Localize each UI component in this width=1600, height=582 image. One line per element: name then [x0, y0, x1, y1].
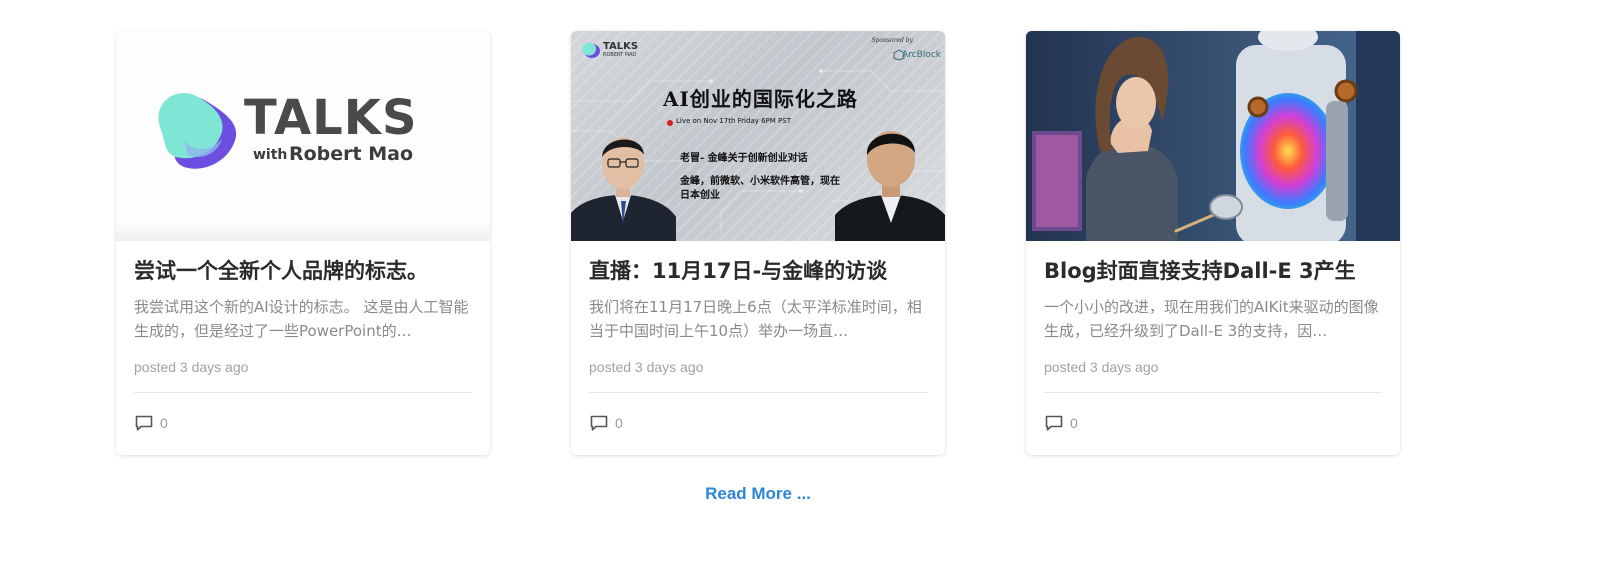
- post-title[interactable]: Blog封面直接支持Dall-E 3产生: [1044, 255, 1382, 289]
- post-footer: 0: [589, 393, 927, 453]
- comment-icon[interactable]: [589, 413, 609, 433]
- post-cover-image[interactable]: TALKS with Robert Mao: [116, 31, 490, 241]
- post-card[interactable]: TALKS ROBERT MAO Sponsored by ArcBlock A…: [571, 31, 945, 455]
- mini-logo-subtext: ROBERT MAO: [603, 52, 637, 58]
- read-more-link[interactable]: Read More ...: [0, 484, 1516, 504]
- post-card[interactable]: Blog封面直接支持Dall-E 3产生 一个小小的改进，现在用我们的AIKit…: [1026, 31, 1400, 455]
- comment-count[interactable]: 0: [1070, 415, 1078, 431]
- post-date: posted 3 days ago: [1044, 359, 1159, 375]
- post-card-body: 尝试一个全新个人品牌的标志。 我尝试用这个新的AI设计的标志。 这是由人工智能生…: [116, 241, 490, 453]
- event-line-2: 金峰，前微软、小米软件高管，现在日本创业: [680, 176, 840, 201]
- talks-logo-mark: [158, 92, 237, 169]
- blog-post-grid: TALKS with Robert Mao 尝试一个全新个人品牌的标志。 我尝试…: [0, 0, 1600, 582]
- speaker-photo-right: [835, 131, 945, 241]
- post-cover-image[interactable]: [1026, 31, 1400, 241]
- event-line-1: 老冒- 金峰关于创新创业对话: [680, 153, 808, 164]
- logo-with-text: with: [253, 147, 288, 163]
- post-excerpt: 我们将在11月17日晚上6点（太平洋标准时间，相当于中国时间上午10点）举办一场…: [589, 298, 922, 340]
- post-title[interactable]: 直播：11月17日-与金峰的访谈: [589, 255, 927, 289]
- logo-wordmark: TALKS: [244, 90, 418, 146]
- comment-count[interactable]: 0: [160, 415, 168, 431]
- comment-icon[interactable]: [134, 413, 154, 433]
- post-date: posted 3 days ago: [589, 359, 704, 375]
- post-title[interactable]: 尝试一个全新个人品牌的标志。: [134, 255, 472, 289]
- comment-count[interactable]: 0: [615, 415, 623, 431]
- event-headline: AI创业的国际化之路: [663, 87, 858, 111]
- sponsor-label: Sponsored by: [871, 37, 913, 44]
- post-excerpt: 我尝试用这个新的AI设计的标志。 这是由人工智能生成的，但是经过了一些Power…: [134, 298, 469, 340]
- comment-icon[interactable]: [1044, 413, 1064, 433]
- post-card-body: Blog封面直接支持Dall-E 3产生 一个小小的改进，现在用我们的AIKit…: [1026, 241, 1400, 453]
- post-card-body: 直播：11月17日-与金峰的访谈 我们将在11月17日晚上6点（太平洋标准时间，…: [571, 241, 945, 453]
- event-live-text: Live on Nov 17th Friday 6PM PST: [676, 117, 791, 125]
- sponsor-name: ArcBlock: [902, 50, 941, 60]
- logo-name-text: Robert Mao: [289, 143, 414, 165]
- talks-mini-logo: [582, 42, 600, 58]
- post-card[interactable]: TALKS with Robert Mao 尝试一个全新个人品牌的标志。 我尝试…: [116, 31, 490, 455]
- mini-logo-text: TALKS: [603, 41, 639, 52]
- speaker-photo-left: [571, 137, 676, 241]
- robot-painting-illustration: [1026, 31, 1400, 241]
- post-cover-image[interactable]: TALKS ROBERT MAO Sponsored by ArcBlock A…: [571, 31, 945, 241]
- post-excerpt: 一个小小的改进，现在用我们的AIKit来驱动的图像生成，已经升级到了Dall-E…: [1044, 298, 1379, 340]
- post-footer: 0: [134, 393, 472, 453]
- post-date: posted 3 days ago: [134, 359, 249, 375]
- cover-shade: [116, 223, 490, 241]
- post-footer: 0: [1044, 393, 1382, 453]
